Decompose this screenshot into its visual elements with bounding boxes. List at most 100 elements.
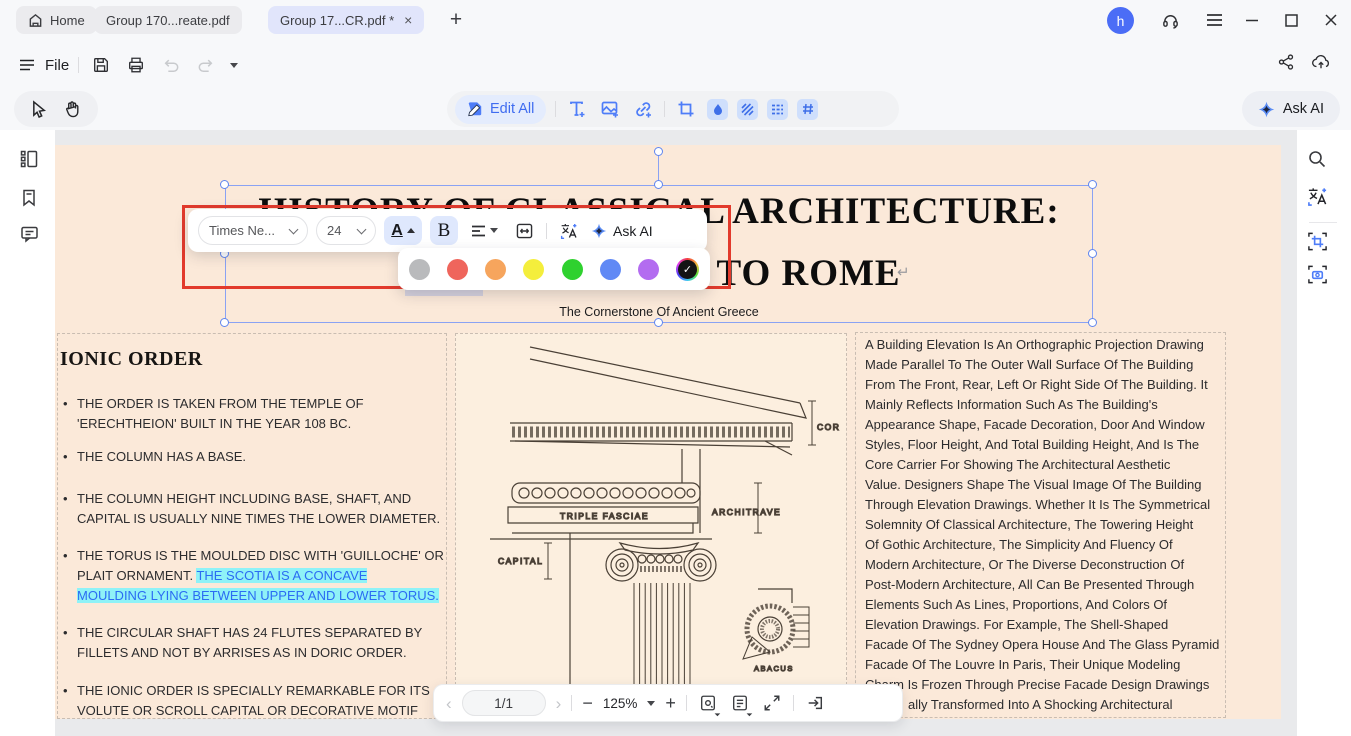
previous-page-icon[interactable]: ‹ <box>446 695 452 712</box>
bullet-item[interactable]: THE ORDER IS TAKEN FROM THE TEMPLE OF'ER… <box>77 394 455 434</box>
view-statusbar: ‹ 1/1 › − 125% + <box>433 684 903 722</box>
spacing-button[interactable] <box>510 216 538 245</box>
selection-handle[interactable] <box>220 180 229 189</box>
rotation-handle[interactable] <box>654 147 663 156</box>
right-text-block[interactable]: A Building Elevation Is An Orthographic … <box>865 335 1233 715</box>
color-swatch-yellow[interactable] <box>523 259 544 280</box>
selection-handle[interactable] <box>220 318 229 327</box>
bullet-item-with-highlight[interactable]: THE TORUS IS THE MOULDED DISC WITH 'GUIL… <box>77 546 455 606</box>
save-icon[interactable] <box>88 52 114 78</box>
color-swatch-purple[interactable] <box>638 259 659 280</box>
file-menu[interactable]: File <box>45 57 69 74</box>
bates-number-icon[interactable] <box>797 99 818 120</box>
undo-icon[interactable] <box>158 52 184 78</box>
zoom-level[interactable]: 125% <box>603 696 638 711</box>
tab-close-icon[interactable]: × <box>404 13 412 27</box>
avatar[interactable]: h <box>1107 7 1134 34</box>
page-indicator[interactable]: 1/1 <box>462 690 546 716</box>
selection-handle[interactable] <box>654 318 663 327</box>
tab-document-1[interactable]: Group 170...reate.pdf <box>94 6 242 34</box>
background-icon[interactable] <box>737 99 758 120</box>
font-size-select[interactable]: 24 <box>316 216 376 245</box>
watermark-icon[interactable] <box>707 99 728 120</box>
new-tab-button[interactable]: + <box>442 6 470 34</box>
thumbnails-panel-icon[interactable] <box>18 148 40 170</box>
chevron-down-icon <box>289 224 299 234</box>
pdf-page[interactable]: HISTORY OF CLASSICAL ARCHITECTURE: FROM … <box>55 145 1281 719</box>
history-dropdown-icon[interactable] <box>230 63 238 68</box>
window-close-button[interactable] <box>1318 8 1344 32</box>
divider <box>664 101 665 117</box>
crop-pages-icon[interactable] <box>674 97 698 121</box>
hand-pan-icon[interactable] <box>64 100 81 118</box>
bold-button[interactable]: B <box>430 216 458 245</box>
redo-icon[interactable] <box>193 52 219 78</box>
align-button[interactable] <box>466 216 502 245</box>
selection-handle[interactable] <box>1088 180 1097 189</box>
font-size-value: 24 <box>327 223 341 238</box>
share-icon[interactable] <box>1277 53 1295 71</box>
tab-document-2-active[interactable]: Group 17...CR.pdf * × <box>268 6 424 34</box>
document-area: HISTORY OF CLASSICAL ARCHITECTURE: FROM … <box>55 130 1297 736</box>
cloud-upload-icon[interactable] <box>1311 53 1331 71</box>
translate-icon[interactable] <box>1306 185 1328 207</box>
ask-ai-button[interactable]: Ask AI <box>1242 91 1340 127</box>
next-page-icon[interactable]: › <box>556 695 562 712</box>
selection-handle[interactable] <box>1088 249 1097 258</box>
divider <box>571 695 572 711</box>
tab-2-label: Group 17...CR.pdf * <box>280 13 394 28</box>
zoom-dropdown-icon[interactable] <box>647 701 655 706</box>
svg-text:TRIPLE FASCIAE: TRIPLE FASCIAE <box>560 511 649 521</box>
color-swatch-blue[interactable] <box>600 259 621 280</box>
add-link-icon[interactable] <box>631 97 655 121</box>
app-menu-icon[interactable] <box>1201 8 1227 32</box>
collapse-toolbar-icon[interactable] <box>804 692 826 714</box>
font-color-button[interactable]: A <box>384 216 422 245</box>
section-heading[interactable]: IONIC ORDER <box>60 348 203 371</box>
divider <box>546 223 547 239</box>
comments-panel-icon[interactable] <box>18 223 40 245</box>
format-toolbar: Times Ne... 24 A B <box>188 209 707 252</box>
color-swatch-green[interactable] <box>562 259 583 280</box>
tab-home[interactable]: Home <box>16 6 97 34</box>
add-image-icon[interactable] <box>598 97 622 121</box>
bullet-item[interactable]: THE COLUMN HEIGHT INCLUDING BASE, SHAFT,… <box>77 489 455 529</box>
selection-handle[interactable] <box>654 180 663 189</box>
color-swatch-orange[interactable] <box>485 259 506 280</box>
bullet-item[interactable]: THE IONIC ORDER IS SPECIALLY REMARKABLE … <box>77 681 455 719</box>
bullet-item[interactable]: THE COLUMN HAS A BASE. <box>77 447 455 467</box>
divider <box>1309 222 1337 223</box>
page-layout-icon[interactable] <box>729 692 751 714</box>
window-minimize-button[interactable] <box>1239 8 1265 32</box>
bookmarks-panel-icon[interactable] <box>18 186 40 208</box>
zoom-out-icon[interactable]: − <box>582 694 593 712</box>
color-swatch-gray[interactable] <box>409 259 430 280</box>
file-menu-icon[interactable] <box>18 52 36 78</box>
color-swatch-black-selected[interactable]: ✓ <box>676 258 699 281</box>
edit-toolbar: Edit All Ask AI <box>0 88 1351 130</box>
translate-text-icon[interactable] <box>555 216 583 245</box>
zoom-in-icon[interactable]: + <box>665 694 676 712</box>
support-headset-icon[interactable] <box>1157 8 1183 32</box>
select-cursor-icon[interactable] <box>31 100 48 118</box>
header-footer-icon[interactable] <box>767 99 788 120</box>
edit-all-button[interactable]: Edit All <box>455 95 546 124</box>
format-ask-ai-button[interactable]: Ask AI <box>591 223 653 239</box>
page-view-mode-icon[interactable] <box>697 692 719 714</box>
font-family-select[interactable]: Times Ne... <box>198 216 308 245</box>
print-icon[interactable] <box>123 52 149 78</box>
sparkle-icon <box>1258 101 1275 118</box>
divider <box>555 101 556 117</box>
chevron-down-icon <box>357 224 367 234</box>
search-icon[interactable] <box>1306 148 1328 170</box>
home-icon <box>28 13 43 28</box>
screenshot-icon[interactable] <box>1306 263 1328 285</box>
window-maximize-button[interactable] <box>1278 8 1304 32</box>
fullscreen-icon[interactable] <box>761 692 783 714</box>
color-swatch-red[interactable] <box>447 259 468 280</box>
crop-tool-icon[interactable] <box>1306 230 1328 252</box>
selection-handle[interactable] <box>1088 318 1097 327</box>
bullet-item[interactable]: THE CIRCULAR SHAFT HAS 24 FLUTES SEPARAT… <box>77 623 455 663</box>
font-color-A: A <box>391 222 403 240</box>
add-text-icon[interactable] <box>565 97 589 121</box>
